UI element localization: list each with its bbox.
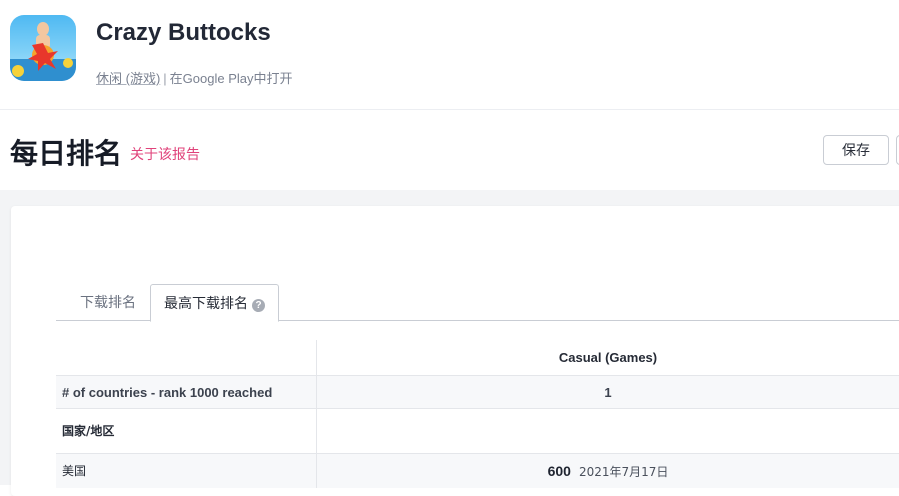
- tab-top-download-rank[interactable]: 最高下载排名?: [150, 284, 279, 322]
- table-row: 美国 600 2021年7月17日: [56, 453, 899, 488]
- app-meta: 休闲 (游戏) | 在Google Play中打开: [96, 68, 293, 87]
- tab-download-rank[interactable]: 下载排名: [80, 284, 136, 321]
- header-empty-cell: [56, 340, 316, 375]
- about-report-link[interactable]: 关于该报告: [130, 144, 200, 164]
- app-header: Crazy Buttocks 休闲 (游戏) | 在Google Play中打开: [0, 0, 899, 110]
- report-header: 每日排名 关于该报告 保存: [0, 110, 899, 190]
- country-header-empty: [316, 409, 899, 453]
- country-column-header: 国家/地区: [62, 424, 115, 438]
- meta-separator: |: [163, 71, 167, 86]
- save-button[interactable]: 保存: [823, 135, 889, 165]
- google-play-link[interactable]: 在Google Play中打开: [170, 71, 293, 86]
- ranking-tabs: 下载排名 最高下载排名?: [56, 284, 899, 322]
- report-title: 每日排名: [10, 137, 123, 170]
- countries-count-label: # of countries - rank 1000 reached: [62, 385, 273, 400]
- app-title: Crazy Buttocks: [96, 19, 271, 46]
- countries-count-row: # of countries - rank 1000 reached 1: [56, 375, 899, 408]
- country-header-row: 国家/地区: [56, 408, 899, 453]
- rank-cell: 600 2021年7月17日: [316, 454, 899, 488]
- ranking-table: Casual (Games) # of countries - rank 100…: [56, 340, 899, 488]
- countries-count-value: 1: [316, 376, 899, 408]
- rank-value: 600: [547, 463, 571, 479]
- help-icon[interactable]: ?: [252, 299, 265, 312]
- tab-top-download-rank-label: 最高下载排名: [164, 295, 248, 311]
- column-header-casual-games[interactable]: Casual (Games): [316, 340, 899, 375]
- table-header-row: Casual (Games): [56, 340, 899, 375]
- app-category-link[interactable]: 休闲 (游戏): [96, 71, 160, 86]
- rank-date: 2021年7月17日: [578, 465, 669, 479]
- country-name[interactable]: 美国: [56, 454, 316, 488]
- app-icon[interactable]: [10, 15, 76, 81]
